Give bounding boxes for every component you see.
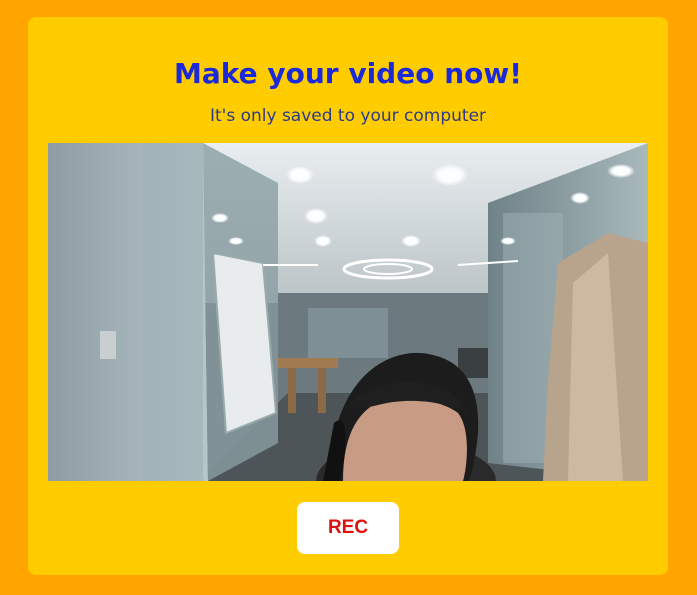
webcam-preview: [48, 143, 648, 481]
page-title: Make your video now!: [173, 57, 523, 90]
webcam-frame-image: [48, 143, 648, 481]
page-subtitle: It's only saved to your computer: [209, 106, 487, 126]
record-button[interactable]: REC: [297, 502, 399, 554]
recorder-card: Make your video now! It's only saved to …: [28, 17, 668, 575]
